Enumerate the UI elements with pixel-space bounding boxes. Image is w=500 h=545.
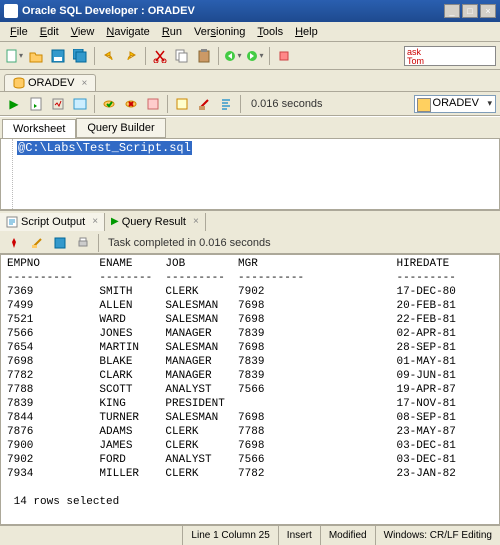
connection-tab-oradev[interactable]: ORADEV × — [4, 74, 96, 91]
clear-output-button[interactable] — [27, 233, 47, 253]
tab-query-result[interactable]: ▶ Query Result × — [105, 213, 206, 231]
commit-button[interactable] — [99, 94, 119, 114]
play-icon: ▶ — [111, 216, 119, 227]
results-grid[interactable]: EMPNO ENAME JOB MGR HIREDATE ---------- … — [0, 254, 500, 525]
close-button[interactable]: × — [480, 4, 496, 18]
close-tab-icon[interactable]: × — [193, 216, 199, 227]
output-tabs: Script Output × ▶ Query Result × — [0, 210, 500, 232]
save-button[interactable] — [48, 46, 68, 66]
status-encoding: Windows: CR/LF Editing — [375, 526, 500, 545]
app-icon — [4, 4, 18, 18]
connection-selector[interactable]: ORADEV — [414, 95, 496, 113]
execution-time: 0.016 seconds — [251, 98, 323, 110]
connection-tabs: ORADEV × — [0, 70, 500, 92]
print-button[interactable] — [73, 233, 93, 253]
menu-versioning[interactable]: Versioning — [188, 24, 251, 40]
format-button[interactable] — [216, 94, 236, 114]
titlebar: Oracle SQL Developer : ORADEV _ □ × — [0, 0, 500, 22]
undo-button[interactable] — [99, 46, 119, 66]
unshared-button[interactable] — [143, 94, 163, 114]
close-tab-icon[interactable]: × — [81, 78, 87, 89]
statusbar: Line 1 Column 25 Insert Modified Windows… — [0, 525, 500, 545]
status-modified: Modified — [320, 526, 375, 545]
save-output-button[interactable] — [50, 233, 70, 253]
window-title: Oracle SQL Developer : ORADEV — [22, 5, 444, 17]
menu-tools[interactable]: Tools — [251, 24, 289, 40]
tab-worksheet[interactable]: Worksheet — [2, 119, 76, 139]
maximize-button[interactable]: □ — [462, 4, 478, 18]
menu-file[interactable]: File — [4, 24, 34, 40]
script-output-icon — [6, 216, 18, 228]
editor-gutter — [1, 139, 13, 209]
worksheet-tabs: Worksheet Query Builder — [0, 116, 500, 138]
extra-button[interactable] — [274, 46, 294, 66]
task-status: Task completed in 0.016 seconds — [108, 237, 271, 249]
cut-button[interactable] — [150, 46, 170, 66]
forward-button[interactable]: ▾ — [245, 46, 265, 66]
sql-toolbar: ▶ 0.016 seconds ORADEV — [0, 92, 500, 116]
explain-plan-button[interactable] — [70, 94, 90, 114]
pin-button[interactable] — [4, 233, 24, 253]
output-toolbar: Task completed in 0.016 seconds — [0, 232, 500, 254]
redo-button[interactable] — [121, 46, 141, 66]
paste-button[interactable] — [194, 46, 214, 66]
menu-navigate[interactable]: Navigate — [100, 24, 155, 40]
new-button[interactable]: ▾ — [4, 46, 24, 66]
minimize-button[interactable]: _ — [444, 4, 460, 18]
close-tab-icon[interactable]: × — [92, 216, 98, 227]
menu-edit[interactable]: Edit — [34, 24, 65, 40]
back-button[interactable]: ▾ — [223, 46, 243, 66]
sql-history-button[interactable] — [172, 94, 192, 114]
menu-run[interactable]: Run — [156, 24, 188, 40]
tab-script-output[interactable]: Script Output × — [0, 213, 105, 231]
run-statement-button[interactable]: ▶ — [4, 94, 24, 114]
save-all-button[interactable] — [70, 46, 90, 66]
run-script-button[interactable] — [26, 94, 46, 114]
open-button[interactable] — [26, 46, 46, 66]
menu-help[interactable]: Help — [289, 24, 324, 40]
sql-editor[interactable]: @C:\Labs\Test_Script.sql — [0, 138, 500, 210]
ask-tom-box[interactable]: askTom — [404, 46, 496, 66]
autotrace-button[interactable] — [48, 94, 68, 114]
editor-content: @C:\Labs\Test_Script.sql — [17, 141, 192, 155]
tab-query-builder[interactable]: Query Builder — [76, 118, 165, 138]
connection-tab-label: ORADEV — [28, 77, 74, 89]
menu-view[interactable]: View — [65, 24, 101, 40]
main-toolbar: ▾ ▾ ▾ askTom — [0, 42, 500, 70]
database-icon — [13, 77, 25, 89]
clear-button[interactable] — [194, 94, 214, 114]
status-position: Line 1 Column 25 — [182, 526, 277, 545]
status-insert-mode: Insert — [278, 526, 320, 545]
copy-button[interactable] — [172, 46, 192, 66]
rollback-button[interactable] — [121, 94, 141, 114]
menubar: File Edit View Navigate Run Versioning T… — [0, 22, 500, 42]
